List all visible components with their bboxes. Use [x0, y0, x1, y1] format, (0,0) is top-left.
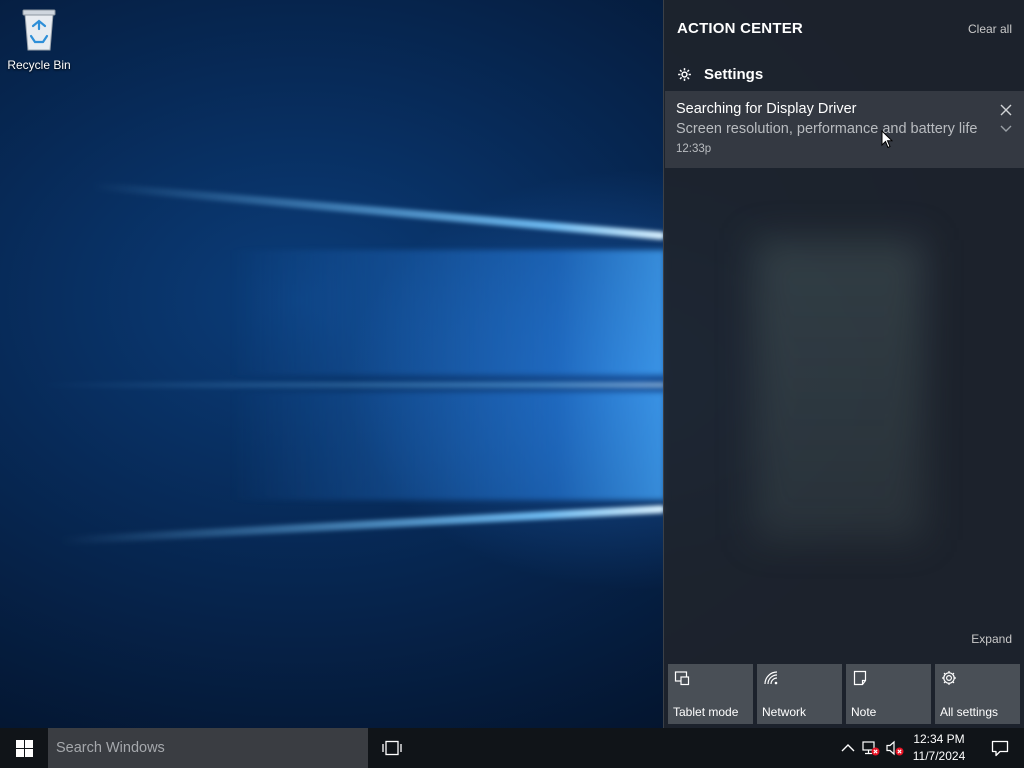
notification-body: Screen resolution, performance and batte…	[676, 121, 978, 137]
close-icon[interactable]	[999, 103, 1013, 117]
gear-icon	[678, 67, 691, 81]
notification-time: 12:33p	[676, 143, 712, 155]
notification-card[interactable]: Searching for Display Driver Screen reso…	[665, 91, 1024, 168]
desktop-icon-recycle-bin[interactable]: Recycle Bin	[4, 6, 74, 72]
windows-logo-icon	[15, 739, 33, 757]
tablet-mode-icon	[674, 671, 690, 686]
wallpaper-pane	[230, 250, 665, 375]
quick-actions: Tablet mode Network Note All settings	[668, 664, 1022, 724]
quick-action-label: Note	[851, 705, 877, 719]
start-button[interactable]	[0, 728, 48, 768]
search-input[interactable]	[48, 728, 368, 768]
mouse-cursor-icon	[881, 130, 893, 149]
chevron-down-icon[interactable]	[999, 124, 1013, 134]
action-center-header: ACTION CENTER Clear all	[664, 0, 1024, 56]
background-glow	[754, 240, 924, 540]
network-icon	[764, 671, 778, 685]
quick-action-network[interactable]: Network	[757, 664, 842, 724]
wallpaper-beam	[60, 505, 666, 545]
expand-quick-actions-button[interactable]: Expand	[971, 632, 1012, 646]
quick-action-note[interactable]: Note	[846, 664, 931, 724]
wallpaper-beam	[91, 181, 666, 240]
network-disconnected-icon[interactable]	[861, 739, 881, 757]
chevron-up-icon[interactable]	[838, 739, 858, 757]
clear-all-button[interactable]: Clear all	[968, 22, 1012, 36]
quick-action-tablet-mode[interactable]: Tablet mode	[668, 664, 753, 724]
wallpaper-pane	[230, 392, 665, 500]
clock-time: 12:34 PM	[913, 732, 965, 746]
taskbar: 12:34 PM 11/7/2024	[0, 728, 1024, 768]
notification-group-label: Settings	[704, 65, 764, 83]
recycle-bin-icon	[22, 9, 56, 51]
desktop-icon-label: Recycle Bin	[7, 58, 71, 72]
volume-muted-icon[interactable]	[885, 739, 905, 757]
quick-action-label: Network	[762, 705, 807, 719]
action-center-title: ACTION CENTER	[677, 20, 803, 37]
note-icon	[853, 670, 867, 686]
quick-action-label: All settings	[940, 705, 999, 719]
action-center-panel: ACTION CENTER Clear all Settings Searchi…	[663, 0, 1024, 728]
notification-title: Searching for Display Driver	[676, 101, 857, 117]
notification-group-settings[interactable]: Settings	[677, 64, 763, 84]
task-view-icon	[382, 740, 402, 756]
clock-date: 11/7/2024	[912, 749, 966, 763]
taskbar-clock[interactable]: 12:34 PM 11/7/2024	[906, 731, 972, 765]
gear-icon	[942, 671, 956, 685]
quick-action-label: Tablet mode	[673, 705, 739, 719]
task-view-button[interactable]	[372, 728, 412, 768]
notification-icon	[991, 740, 1009, 756]
quick-action-all-settings[interactable]: All settings	[935, 664, 1020, 724]
action-center-button[interactable]	[976, 728, 1024, 768]
wallpaper-beam	[40, 382, 665, 388]
